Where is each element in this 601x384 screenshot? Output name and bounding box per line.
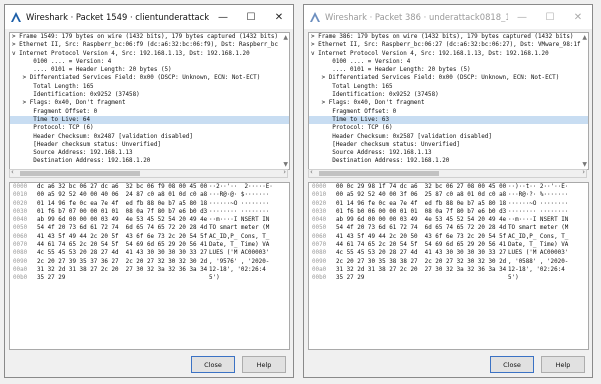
hex-row: 0060 41 43 5f 49 44 2c 20 5f 43 6f 6e 73 … <box>13 233 270 240</box>
hex-row: 0070 44 61 74 65 2c 20 54 5f 54 69 6d 65 … <box>312 242 569 249</box>
tree-row[interactable]: > Differentiated Services Field: 0x00 (D… <box>10 74 289 82</box>
hex-row: 0060 41 43 5f 49 44 2c 20 50 43 6f 6e 73 … <box>312 233 569 240</box>
hex-row: 0000 dc a6 32 bc 06 27 dc a6 32 bc 06 f9 … <box>13 184 273 190</box>
tree-row[interactable]: Protocol: TCP (6) <box>309 124 588 132</box>
window-title: Wireshark · Packet 386 · underattack0818… <box>325 12 508 22</box>
hex-row: 0070 44 61 74 65 2c 20 54 5f 54 69 6d 65 … <box>13 242 270 249</box>
close-window-button[interactable]: ✕ <box>265 5 293 29</box>
tree-row[interactable]: .... 0101 = Header Length: 20 bytes (5) <box>10 66 289 74</box>
tree-row[interactable]: 0100 .... = Version: 4 <box>309 58 588 66</box>
tree-row[interactable]: 0100 .... = Version: 4 <box>10 58 289 66</box>
tree-row[interactable]: > Flags: 0x40, Don't fragment <box>309 99 588 107</box>
hex-row: 0080 4c 55 45 53 20 28 27 4d 41 43 30 30 … <box>312 250 569 257</box>
tree-row[interactable]: > Ethernet II, Src: Raspberr_bc:06:f9 (d… <box>10 41 289 49</box>
tree-row[interactable]: [Header checksum status: Unverified] <box>309 141 588 149</box>
hex-row: 0010 00 a5 92 52 40 00 3f 06 25 87 c0 a8 … <box>312 192 569 199</box>
scroll-left-icon[interactable]: ‹ <box>310 168 313 176</box>
tree-row[interactable]: Source Address: 192.168.1.13 <box>10 149 289 157</box>
tree-row-selected[interactable]: Time to Live: 64 <box>10 115 289 125</box>
tree-row[interactable]: .... 0101 = Header Length: 20 bytes (5) <box>309 66 588 74</box>
packet-window-left: Wireshark · Packet 1549 · clientunderatt… <box>4 4 294 378</box>
hex-row: 0020 01 14 96 fe 0c ea 7e 4f ed fb 88 0e … <box>13 200 270 207</box>
hex-row: 0090 2c 20 27 30 35 38 38 27 2c 20 27 32 … <box>312 258 569 265</box>
tree-row[interactable]: Fragment Offset: 0 <box>309 108 588 116</box>
tree-row[interactable]: Source Address: 192.168.1.13 <box>309 149 588 157</box>
scroll-right-icon[interactable]: › <box>582 168 585 176</box>
tree-row[interactable]: v Internet Protocol Version 4, Src: 192.… <box>309 50 588 58</box>
scroll-up-icon[interactable]: ▲ <box>582 34 587 41</box>
hex-row: 0020 01 14 96 fe 0c ea 7e 4f ed fb 88 0e … <box>312 200 569 207</box>
hex-row: 0050 54 4f 20 73 6d 61 72 74 6d 65 74 65 … <box>312 225 569 232</box>
packet-window-right: Wireshark · Packet 386 · underattack0818… <box>303 4 593 378</box>
minimize-button[interactable]: — <box>508 5 536 29</box>
minimize-button[interactable]: — <box>209 5 237 29</box>
scroll-left-icon[interactable]: ‹ <box>11 168 14 176</box>
hex-row: 0050 54 4f 20 73 6d 61 72 74 6d 65 74 65 … <box>13 225 270 232</box>
packet-details-tree[interactable]: > Frame 386: 179 bytes on wire (1432 bit… <box>308 32 589 170</box>
tree-row[interactable]: v Internet Protocol Version 4, Src: 192.… <box>10 50 289 58</box>
tree-row[interactable]: Destination Address: 192.168.1.20 <box>10 157 289 165</box>
scrollbar-thumb[interactable] <box>20 171 140 176</box>
tree-row[interactable]: Header Checksum: 0x2587 [validation disa… <box>309 133 588 141</box>
hex-row: 0080 4c 55 45 53 20 28 27 4d 41 43 30 30 … <box>13 250 270 257</box>
close-button[interactable]: Close <box>191 356 235 373</box>
hex-row: 00a0 31 32 2d 31 38 27 2c 20 27 30 32 3a … <box>312 266 565 273</box>
tree-row[interactable]: Protocol: TCP (6) <box>10 124 289 132</box>
wireshark-fin-icon <box>310 12 320 22</box>
hex-row: 0000 00 0c 29 98 1f 74 dc a6 32 bc 06 27 … <box>312 184 569 190</box>
tree-row[interactable]: Identification: 0x9252 (37458) <box>309 91 588 99</box>
scrollbar-thumb[interactable] <box>319 171 439 176</box>
hex-dump-pane[interactable]: 0000 dc a6 32 bc 06 27 dc a6 32 bc 06 f9 … <box>9 182 290 350</box>
hex-row: 00b0 35 27 29 5') <box>312 275 519 282</box>
maximize-button[interactable]: ☐ <box>536 5 564 29</box>
hex-row: 0030 01 f6 b0 06 00 00 01 01 08 0a 7f 80 … <box>312 208 569 215</box>
tree-row[interactable]: > Flags: 0x40, Don't fragment <box>10 99 289 107</box>
maximize-button[interactable]: ☐ <box>237 5 265 29</box>
packet-details-tree[interactable]: > Frame 1549: 179 bytes on wire (1432 bi… <box>9 32 290 170</box>
scroll-up-icon[interactable]: ▲ <box>283 34 288 41</box>
help-button[interactable]: Help <box>242 356 286 373</box>
hex-row: 0040 ab 99 6d 00 00 00 03 49 4e 53 45 52 … <box>312 217 569 224</box>
scroll-down-icon[interactable]: ▼ <box>582 161 587 168</box>
hex-row: 00b0 35 27 29 5') <box>13 275 220 282</box>
scroll-down-icon[interactable]: ▼ <box>283 161 288 168</box>
close-button[interactable]: Close <box>490 356 534 373</box>
tree-row-selected[interactable]: Time to Live: 63 <box>309 115 588 125</box>
title-bar[interactable]: Wireshark · Packet 1549 · clientunderatt… <box>5 5 293 29</box>
hex-row: 0010 00 a5 92 52 40 00 40 06 24 87 c0 a8 … <box>13 192 270 199</box>
tree-row[interactable]: Total Length: 165 <box>10 83 289 91</box>
hex-row: 0090 2c 20 27 39 35 37 36 27 2c 20 27 32 … <box>13 258 270 265</box>
tree-row[interactable]: > Ethernet II, Src: Raspberr_bc:06:27 (d… <box>309 41 588 49</box>
hex-dump-pane[interactable]: 0000 00 0c 29 98 1f 74 dc a6 32 bc 06 27 … <box>308 182 589 350</box>
tree-row[interactable]: Destination Address: 192.168.1.20 <box>309 157 588 165</box>
tree-row[interactable]: Fragment Offset: 0 <box>10 108 289 116</box>
tree-row[interactable]: > Differentiated Services Field: 0x00 (D… <box>309 74 588 82</box>
tree-row[interactable]: > Frame 1549: 179 bytes on wire (1432 bi… <box>10 33 289 41</box>
window-title: Wireshark · Packet 1549 · clientunderatt… <box>26 12 209 22</box>
hex-row: 0040 ab 99 6d 00 00 00 03 49 4e 53 45 52 … <box>13 217 270 224</box>
horizontal-scrollbar[interactable]: ‹ › <box>308 168 587 178</box>
help-button[interactable]: Help <box>541 356 585 373</box>
tree-row[interactable]: Identification: 0x9252 (37458) <box>10 91 289 99</box>
wireshark-fin-icon <box>11 12 21 22</box>
hex-row: 00a0 31 32 2d 31 38 27 2c 20 27 30 32 3a … <box>13 266 266 273</box>
tree-row[interactable]: Total Length: 165 <box>309 83 588 91</box>
title-bar[interactable]: Wireshark · Packet 386 · underattack0818… <box>304 5 592 29</box>
close-window-button[interactable]: ✕ <box>564 5 592 29</box>
tree-row[interactable]: Header Checksum: 0x2487 [validation disa… <box>10 133 289 141</box>
tree-row[interactable]: [Header checksum status: Unverified] <box>10 141 289 149</box>
hex-row: 0030 01 f6 b7 07 00 00 01 01 08 0a 7f 80 … <box>13 208 270 215</box>
scroll-right-icon[interactable]: › <box>283 168 286 176</box>
tree-row[interactable]: > Frame 386: 179 bytes on wire (1432 bit… <box>309 33 588 41</box>
horizontal-scrollbar[interactable]: ‹ › <box>9 168 288 178</box>
